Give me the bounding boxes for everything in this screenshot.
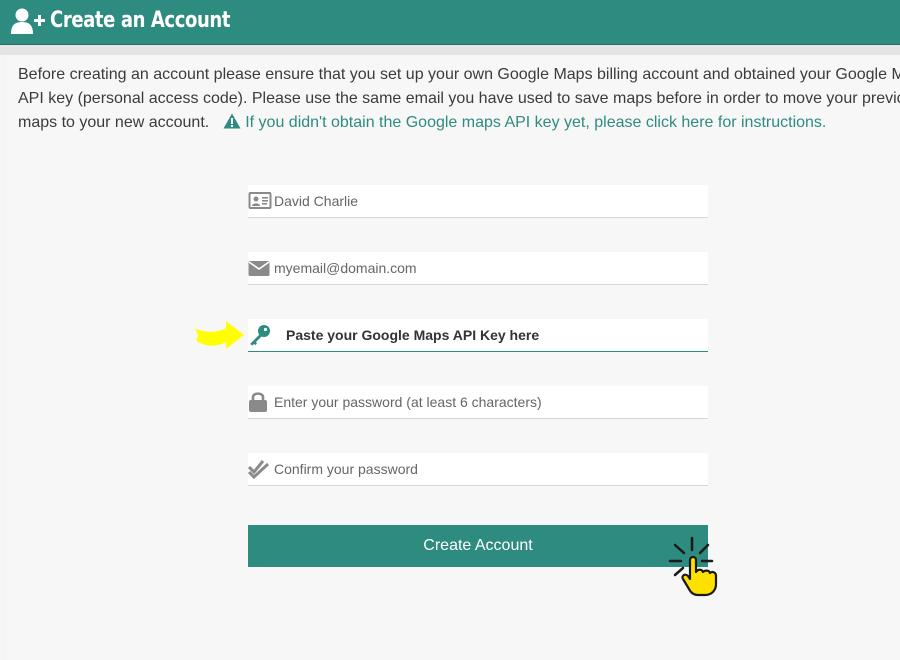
intro-line-1: Before creating an account please ensure…	[18, 66, 900, 83]
double-check-icon	[248, 460, 270, 480]
name-input[interactable]	[274, 185, 694, 217]
user-plus-icon	[11, 8, 45, 34]
api-key-input[interactable]	[286, 319, 706, 351]
yellow-arrow-icon	[194, 321, 244, 349]
id-card-icon	[248, 192, 272, 209]
confirm-password-field	[248, 453, 708, 486]
page-title: Create an Account	[50, 8, 231, 33]
intro-line-3-text: maps to your new account.	[18, 114, 210, 131]
api-link-text: If you didn't obtain the Google maps API…	[245, 114, 827, 131]
page-header: Create an Account	[0, 0, 900, 45]
email-field	[248, 252, 708, 285]
api-key-instructions-link[interactable]: If you didn't obtain the Google maps API…	[223, 113, 827, 131]
intro-line-2: API key (personal access code). Please u…	[18, 90, 900, 107]
name-field	[248, 185, 708, 218]
create-account-button[interactable]: Create Account	[248, 525, 708, 567]
confirm-password-input[interactable]	[274, 453, 694, 485]
click-pointer-icon	[668, 536, 718, 597]
intro-line-3: maps to your new account. If you didn't o…	[18, 111, 900, 135]
key-icon	[250, 325, 270, 346]
api-key-field	[248, 319, 708, 352]
lock-icon	[249, 392, 267, 412]
password-input[interactable]	[274, 386, 694, 418]
header-separator	[0, 45, 900, 55]
envelope-icon	[248, 261, 270, 276]
warning-icon	[223, 113, 241, 129]
email-input[interactable]	[274, 252, 694, 284]
form-panel	[7, 55, 900, 660]
password-field	[248, 386, 708, 419]
intro-text: Before creating an account please ensure…	[18, 63, 900, 135]
